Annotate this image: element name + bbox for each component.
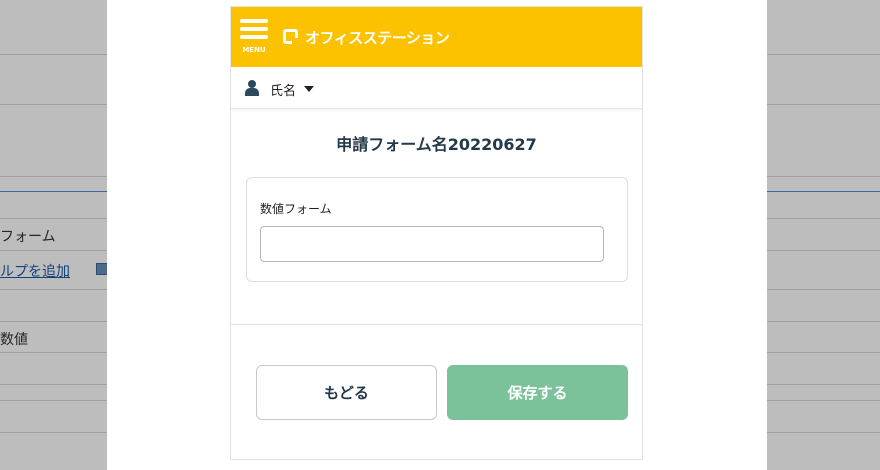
field-label: 数値フォーム (260, 202, 332, 216)
user-name: 氏名 (270, 84, 297, 99)
hamburger-icon (240, 19, 268, 23)
form-title: 申請フォーム名20220627 (336, 135, 537, 154)
logo-icon (283, 29, 298, 44)
hamburger-icon-bar (240, 27, 268, 31)
menu-button[interactable]: MENU (240, 19, 270, 55)
field-card: 数値フォーム (246, 177, 628, 282)
app-header: MENU オフィスステーション (231, 7, 642, 67)
mobile-preview: MENU オフィスステーション 氏名 申請フォーム名20220627 数値フォー… (230, 6, 643, 460)
user-icon (245, 80, 259, 96)
menu-label: MENU (242, 46, 266, 54)
save-button[interactable]: 保存する (447, 365, 628, 420)
caret-down-icon (304, 86, 314, 92)
user-dropdown[interactable]: 氏名 (231, 67, 642, 109)
logo-text: オフィスステーション (305, 29, 450, 47)
hamburger-icon-bar (240, 35, 268, 39)
divider (231, 324, 642, 325)
number-input[interactable] (260, 226, 604, 262)
back-button[interactable]: もどる (256, 365, 437, 420)
